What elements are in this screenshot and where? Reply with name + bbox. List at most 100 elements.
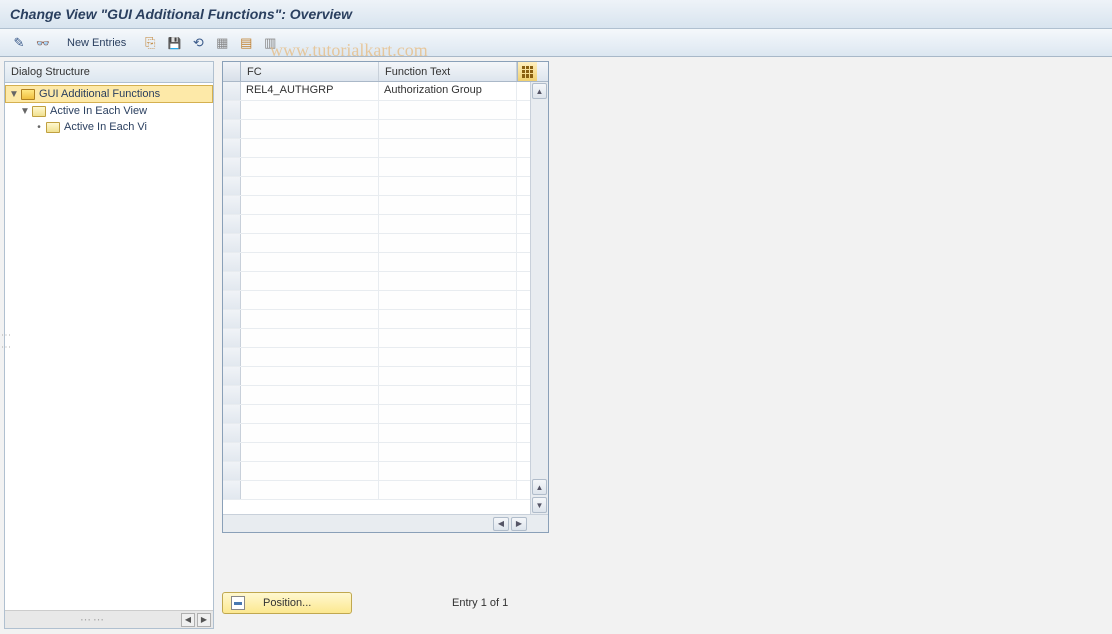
cell-fc-empty[interactable] bbox=[241, 348, 379, 366]
row-selector[interactable] bbox=[223, 386, 241, 404]
column-header-fc[interactable]: FC bbox=[241, 62, 379, 81]
scroll-up2-button[interactable]: ▲ bbox=[532, 479, 547, 495]
cell-ft-empty[interactable] bbox=[379, 386, 517, 404]
cell-fc-empty[interactable] bbox=[241, 291, 379, 309]
row-selector-header[interactable] bbox=[223, 62, 241, 81]
position-button[interactable]: Position... bbox=[222, 592, 352, 614]
cell-fc-empty[interactable] bbox=[241, 139, 379, 157]
cell-fc-empty[interactable] bbox=[241, 462, 379, 480]
row-selector[interactable] bbox=[223, 82, 241, 100]
cell-fc-empty[interactable] bbox=[241, 443, 379, 461]
row-selector[interactable] bbox=[223, 443, 241, 461]
save-button[interactable] bbox=[163, 32, 185, 54]
cell-ft-empty[interactable] bbox=[379, 177, 517, 195]
row-selector[interactable] bbox=[223, 348, 241, 366]
cell-fc-empty[interactable] bbox=[241, 405, 379, 423]
scroll-track[interactable] bbox=[531, 100, 548, 478]
cell-ft-empty[interactable] bbox=[379, 481, 517, 499]
row-selector[interactable] bbox=[223, 215, 241, 233]
table-row-empty bbox=[223, 291, 530, 310]
tree-label: GUI Additional Functions bbox=[39, 88, 160, 100]
select-block-button[interactable] bbox=[235, 32, 257, 54]
expand-all-button[interactable] bbox=[32, 32, 54, 54]
column-header-function-text[interactable]: Function Text bbox=[379, 62, 517, 81]
cell-function-text[interactable]: Authorization Group bbox=[379, 82, 517, 100]
cell-ft-empty[interactable] bbox=[379, 291, 517, 309]
copy-as-button[interactable] bbox=[139, 32, 161, 54]
row-selector[interactable] bbox=[223, 120, 241, 138]
select-all-button[interactable] bbox=[211, 32, 233, 54]
cell-ft-empty[interactable] bbox=[379, 310, 517, 328]
cell-ft-empty[interactable] bbox=[379, 348, 517, 366]
row-selector[interactable] bbox=[223, 291, 241, 309]
cell-ft-empty[interactable] bbox=[379, 443, 517, 461]
row-selector[interactable] bbox=[223, 367, 241, 385]
row-selector[interactable] bbox=[223, 481, 241, 499]
cell-ft-empty[interactable] bbox=[379, 405, 517, 423]
undo-button[interactable] bbox=[187, 32, 209, 54]
tree-item-gui-additional-functions[interactable]: ▼ GUI Additional Functions bbox=[5, 85, 213, 103]
cell-ft-empty[interactable] bbox=[379, 367, 517, 385]
cell-ft-empty[interactable] bbox=[379, 120, 517, 138]
hscroll-right-button[interactable]: ▶ bbox=[511, 517, 527, 531]
cell-fc-empty[interactable] bbox=[241, 310, 379, 328]
vertical-grip[interactable]: ⋮⋮ bbox=[0, 330, 11, 354]
cell-fc-empty[interactable] bbox=[241, 101, 379, 119]
row-selector[interactable] bbox=[223, 177, 241, 195]
row-selector[interactable] bbox=[223, 139, 241, 157]
row-selector[interactable] bbox=[223, 158, 241, 176]
tree-bullet-icon: • bbox=[33, 122, 45, 133]
tree-item-active-in-each-vi[interactable]: • Active In Each Vi bbox=[5, 119, 213, 135]
cell-fc-empty[interactable] bbox=[241, 234, 379, 252]
row-selector[interactable] bbox=[223, 196, 241, 214]
row-selector[interactable] bbox=[223, 310, 241, 328]
cell-ft-empty[interactable] bbox=[379, 215, 517, 233]
scroll-up-button[interactable]: ▲ bbox=[532, 83, 547, 99]
row-selector[interactable] bbox=[223, 462, 241, 480]
cell-ft-empty[interactable] bbox=[379, 253, 517, 271]
cell-fc-empty[interactable] bbox=[241, 272, 379, 290]
cell-fc[interactable]: REL4_AUTHGRP bbox=[241, 82, 379, 100]
cell-ft-empty[interactable] bbox=[379, 158, 517, 176]
cell-ft-empty[interactable] bbox=[379, 234, 517, 252]
toggle-change-display-button[interactable] bbox=[8, 32, 30, 54]
row-selector[interactable] bbox=[223, 329, 241, 347]
cell-ft-empty[interactable] bbox=[379, 139, 517, 157]
cell-fc-empty[interactable] bbox=[241, 120, 379, 138]
cell-fc-empty[interactable] bbox=[241, 386, 379, 404]
cell-ft-empty[interactable] bbox=[379, 101, 517, 119]
table-row-empty bbox=[223, 348, 530, 367]
cell-fc-empty[interactable] bbox=[241, 253, 379, 271]
scroll-down-button[interactable]: ▼ bbox=[532, 497, 547, 513]
row-selector[interactable] bbox=[223, 101, 241, 119]
row-selector[interactable] bbox=[223, 272, 241, 290]
cell-ft-empty[interactable] bbox=[379, 272, 517, 290]
scroll-right-button[interactable]: ▶ bbox=[197, 613, 211, 627]
row-selector[interactable] bbox=[223, 405, 241, 423]
tree-toggle-icon[interactable]: ▼ bbox=[8, 89, 20, 100]
new-entries-button[interactable]: New Entries bbox=[56, 32, 137, 54]
cell-fc-empty[interactable] bbox=[241, 196, 379, 214]
deselect-all-button[interactable] bbox=[259, 32, 281, 54]
grip-icon[interactable]: ⋯⋯ bbox=[7, 613, 179, 626]
cell-fc-empty[interactable] bbox=[241, 367, 379, 385]
cell-fc-empty[interactable] bbox=[241, 215, 379, 233]
cell-ft-empty[interactable] bbox=[379, 329, 517, 347]
cell-fc-empty[interactable] bbox=[241, 424, 379, 442]
table-config-button[interactable] bbox=[517, 62, 537, 81]
undo-icon bbox=[190, 35, 206, 51]
cell-fc-empty[interactable] bbox=[241, 158, 379, 176]
tree-toggle-icon[interactable]: ▼ bbox=[19, 106, 31, 117]
cell-ft-empty[interactable] bbox=[379, 462, 517, 480]
tree-item-active-in-each-view[interactable]: ▼ Active In Each View bbox=[5, 103, 213, 119]
row-selector[interactable] bbox=[223, 424, 241, 442]
scroll-left-button[interactable]: ◀ bbox=[181, 613, 195, 627]
row-selector[interactable] bbox=[223, 234, 241, 252]
cell-ft-empty[interactable] bbox=[379, 424, 517, 442]
cell-fc-empty[interactable] bbox=[241, 481, 379, 499]
hscroll-left-button[interactable]: ◀ bbox=[493, 517, 509, 531]
row-selector[interactable] bbox=[223, 253, 241, 271]
cell-fc-empty[interactable] bbox=[241, 177, 379, 195]
cell-ft-empty[interactable] bbox=[379, 196, 517, 214]
cell-fc-empty[interactable] bbox=[241, 329, 379, 347]
